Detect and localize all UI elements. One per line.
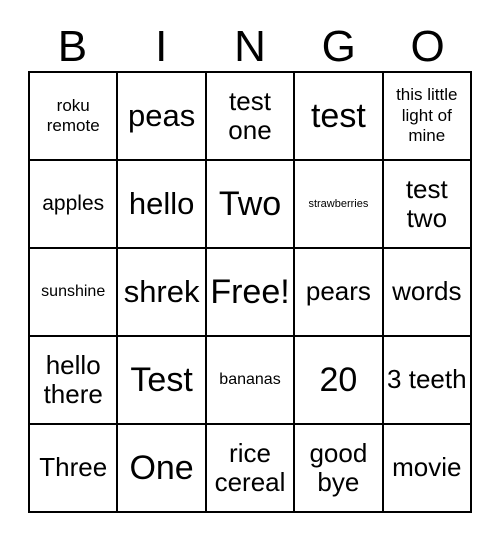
bingo-cell-label: One — [129, 449, 194, 487]
bingo-cell-label: Three — [39, 452, 108, 483]
bingo-header-letter-o: O — [410, 22, 445, 71]
bingo-cell-label: shrek — [123, 273, 200, 309]
bingo-cell-label: sunshine — [41, 283, 106, 301]
bingo-cell-label: this little light of mine — [396, 85, 458, 146]
bingo-cell-r4c1[interactable]: hello there — [30, 337, 119, 425]
bingo-header-letter-b: B — [57, 22, 88, 71]
bingo-cell-label: Two — [218, 185, 282, 223]
bingo-cell-r5c4[interactable]: good bye — [295, 425, 384, 513]
bingo-cell-label: pears — [305, 276, 371, 307]
bingo-cell-label: peas — [127, 97, 196, 133]
bingo-cell-label: test — [310, 97, 366, 135]
bingo-cell-r2c5[interactable]: test two — [383, 161, 472, 249]
bingo-cell-label: Free! — [210, 273, 290, 311]
bingo-cell-r1c1[interactable]: roku remote — [30, 73, 119, 161]
bingo-header-letter-g: G — [321, 22, 356, 71]
bingo-cell-label: 3 teeth — [387, 364, 467, 395]
bingo-cell-label: bananas — [219, 371, 281, 389]
bingo-cell-label: test one — [228, 85, 272, 145]
bingo-header-letter-i: I — [155, 22, 168, 71]
bingo-cell-r3c2[interactable]: shrek — [118, 249, 207, 337]
bingo-cell-label: Test — [130, 361, 193, 399]
bingo-header-letter-n: N — [234, 22, 266, 71]
bingo-cell-label: 20 — [319, 361, 358, 399]
bingo-cell-label: apples — [42, 191, 105, 215]
bingo-cell-r4c2[interactable]: Test — [118, 337, 207, 425]
bingo-cell-r5c3[interactable]: rice cereal — [206, 425, 296, 513]
bingo-cell-free-space[interactable]: Free! — [206, 249, 296, 337]
bingo-cell-r4c3[interactable]: bananas — [206, 337, 296, 425]
bingo-cell-label: roku remote — [46, 95, 100, 135]
bingo-cell-label: hello there — [43, 349, 103, 409]
bingo-cell-r5c2[interactable]: One — [118, 425, 207, 513]
bingo-cell-r3c1[interactable]: sunshine — [30, 249, 119, 337]
bingo-cell-r3c5[interactable]: words — [383, 249, 472, 337]
bingo-cell-r1c3[interactable]: test one — [206, 73, 296, 161]
bingo-cell-r4c4[interactable]: 20 — [295, 337, 384, 425]
bingo-cell-r4c5[interactable]: 3 teeth — [383, 337, 472, 425]
bingo-cell-label: good bye — [309, 437, 368, 497]
bingo-cell-r3c4[interactable]: pears — [295, 249, 384, 337]
bingo-cell-r2c3[interactable]: Two — [206, 161, 296, 249]
bingo-cell-label: rice cereal — [214, 437, 286, 497]
bingo-cell-r1c5[interactable]: this little light of mine — [383, 73, 472, 161]
bingo-cell-r2c2[interactable]: hello — [118, 161, 207, 249]
bingo-cell-label: test two — [405, 173, 448, 233]
bingo-cell-label: words — [392, 276, 462, 307]
bingo-cell-r1c4[interactable]: test — [295, 73, 384, 161]
bingo-cell-label: hello — [128, 185, 195, 221]
bingo-cell-r1c2[interactable]: peas — [118, 73, 207, 161]
bingo-grid: roku remote peas test one test this litt… — [28, 71, 472, 513]
bingo-cell-label: movie — [392, 452, 462, 483]
bingo-cell-label: strawberries — [308, 197, 369, 210]
bingo-cell-r5c5[interactable]: movie — [383, 425, 472, 513]
bingo-header-row: B I N G O — [28, 14, 472, 71]
bingo-cell-r5c1[interactable]: Three — [30, 425, 119, 513]
bingo-card: B I N G O roku remote peas test one test… — [28, 14, 472, 513]
bingo-cell-r2c1[interactable]: apples — [30, 161, 119, 249]
bingo-cell-r2c4[interactable]: strawberries — [295, 161, 384, 249]
